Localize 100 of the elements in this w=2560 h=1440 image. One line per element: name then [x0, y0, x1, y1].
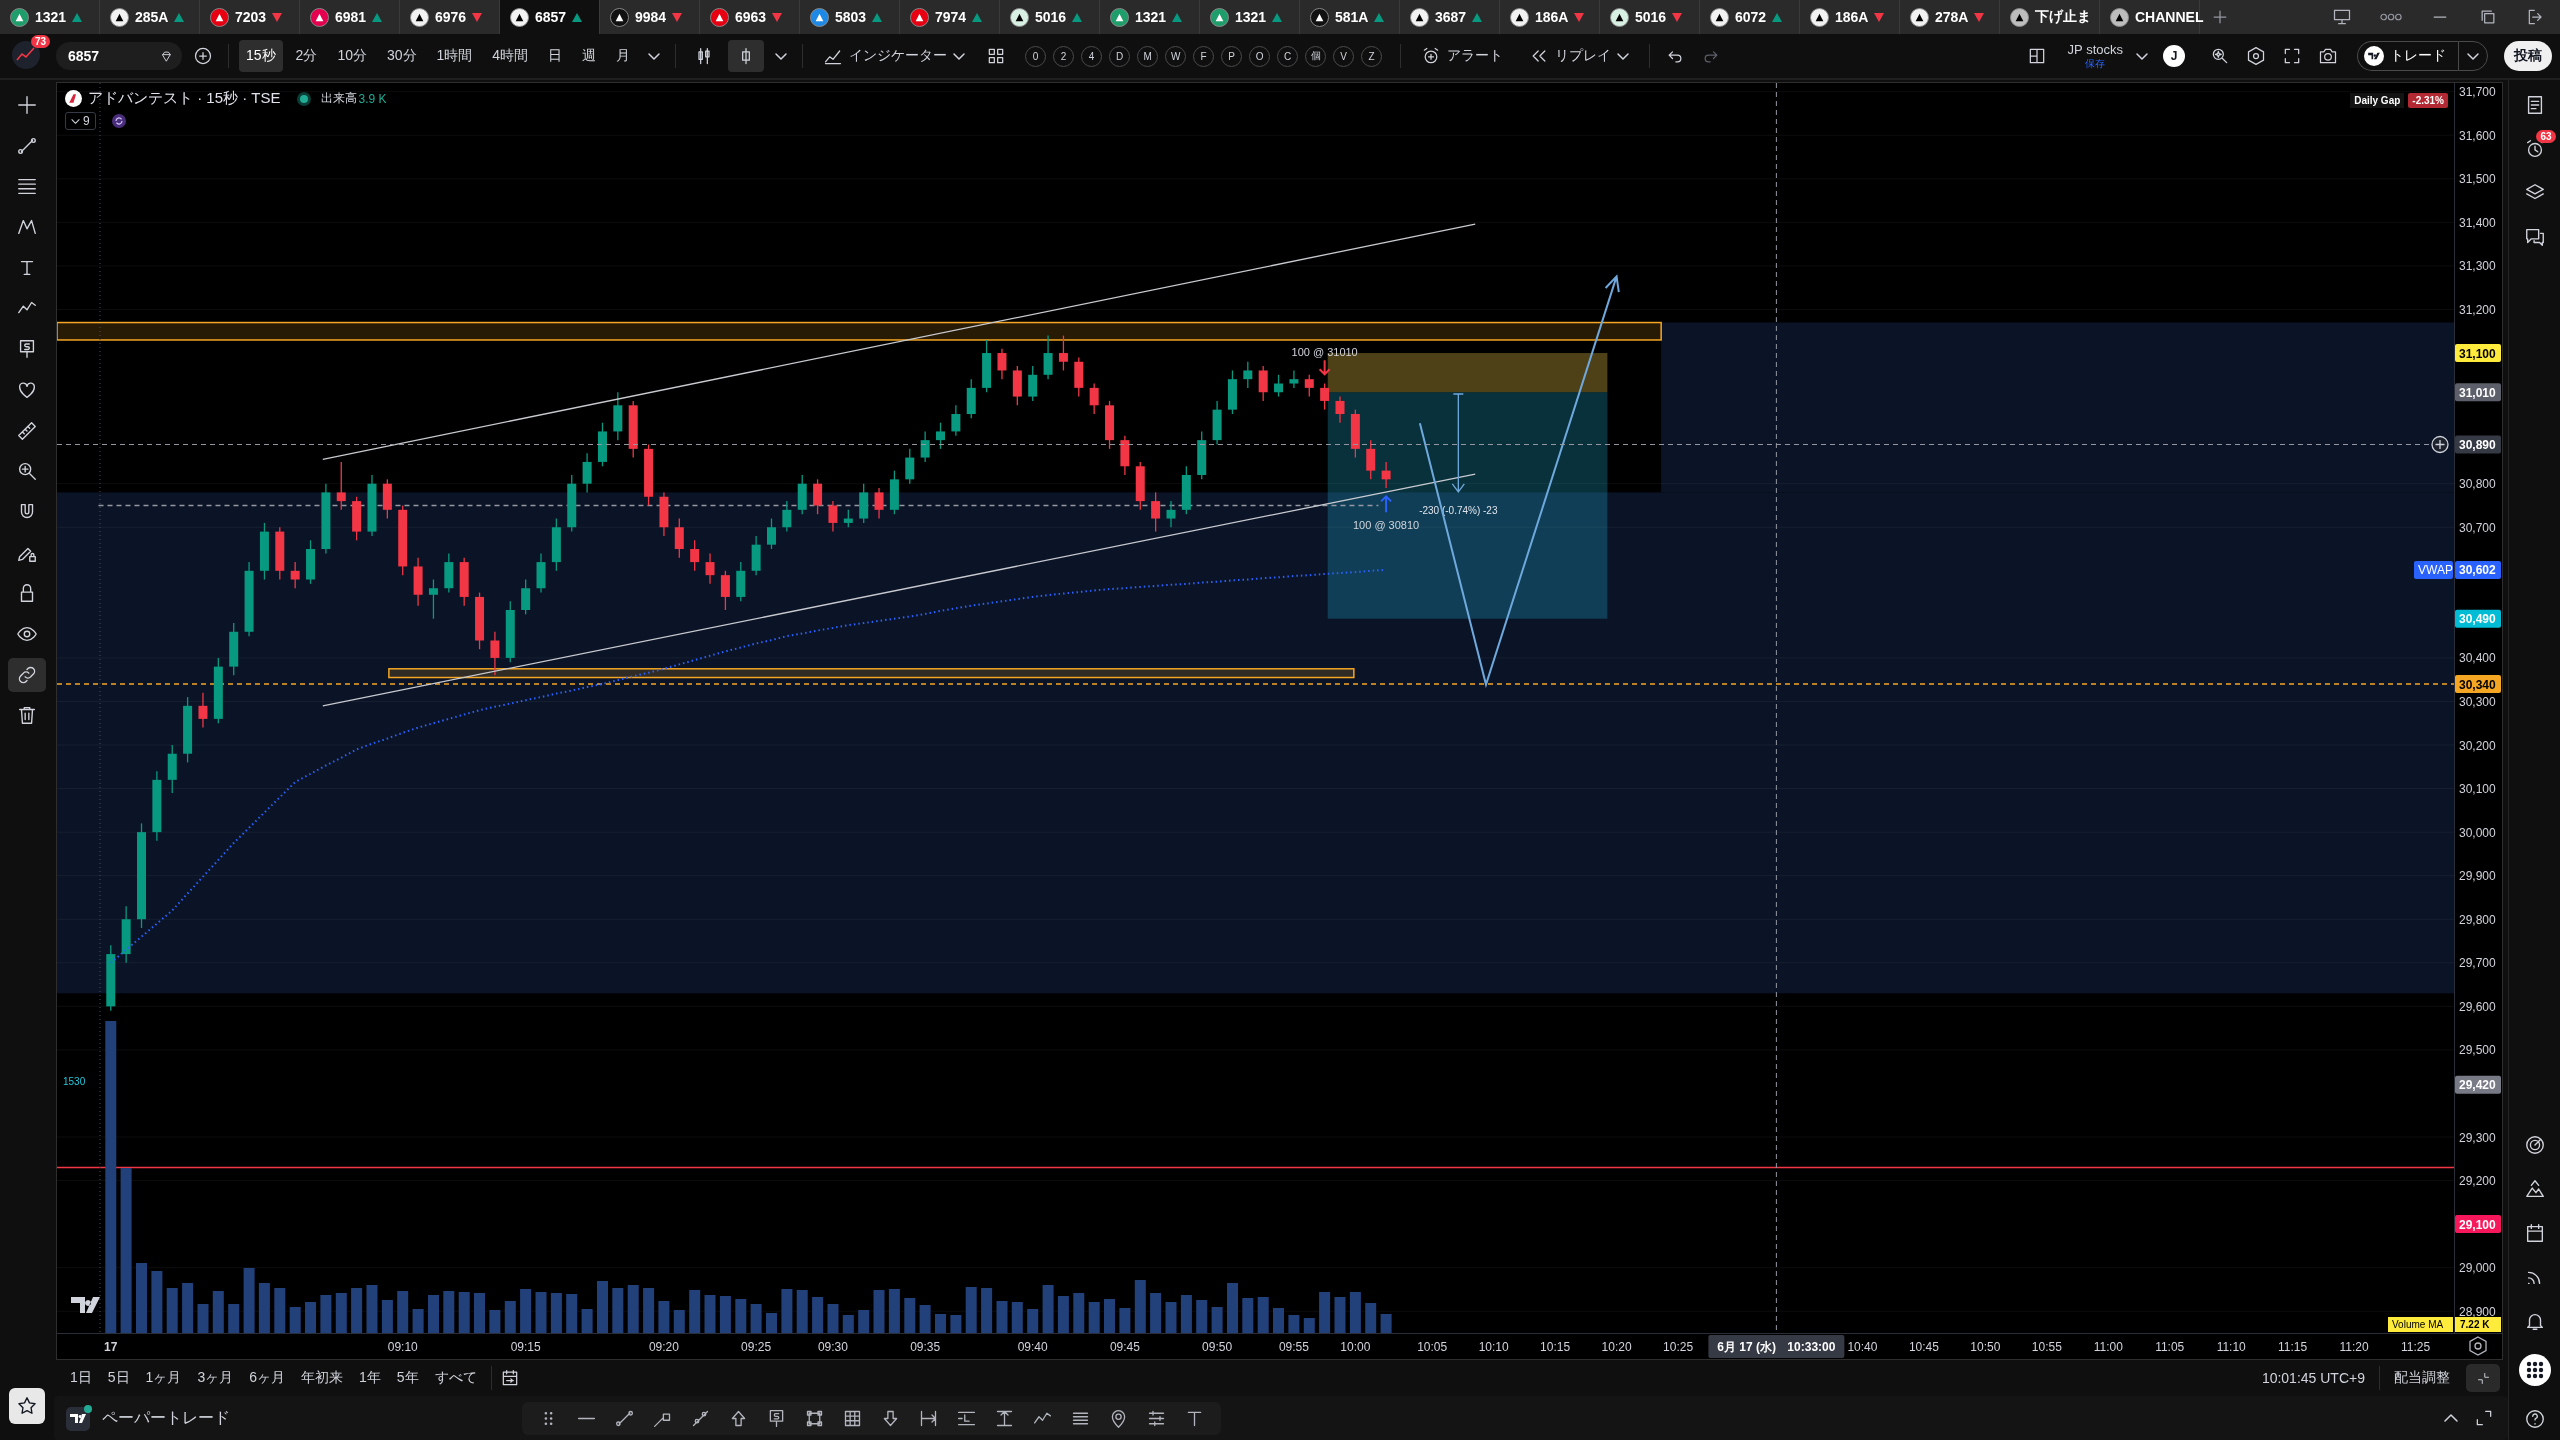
- time-tick-label: 09:55: [1278, 1340, 1309, 1354]
- more-icon[interactable]: [2380, 13, 2402, 21]
- candle: [843, 509, 853, 528]
- sync-icon[interactable]: [111, 114, 126, 128]
- candle: [413, 557, 423, 607]
- candle: [1350, 409, 1360, 459]
- adjustment-button[interactable]: 配当調整: [2388, 1365, 2456, 1391]
- status-dot-icon: [296, 91, 311, 106]
- candle: [705, 552, 715, 585]
- mountain-icon[interactable]: [2523, 1178, 2546, 1200]
- time-tick-label: 10:15: [1540, 1340, 1571, 1354]
- volume-marker-label: 1530: [63, 1076, 86, 1087]
- candle: [874, 487, 884, 520]
- target-icon[interactable]: [2523, 1134, 2546, 1156]
- chevron-down-icon[interactable]: [775, 52, 788, 60]
- magnifier-sparkle-icon[interactable]: [2210, 46, 2230, 66]
- range-button[interactable]: 3ヶ月: [191, 1365, 240, 1391]
- range-button[interactable]: 年初来: [295, 1365, 349, 1391]
- indicators-button[interactable]: インジケーター: [813, 40, 976, 72]
- symbol-search-field[interactable]: 6857: [56, 42, 182, 70]
- favorites-button[interactable]: [9, 1388, 45, 1424]
- interval-button[interactable]: 10分: [330, 40, 374, 72]
- chart-style-button[interactable]: [728, 40, 765, 72]
- replay-button[interactable]: リプレイ: [1519, 40, 1640, 72]
- clock-label: 10:01:45 UTC+9: [2261, 1370, 2365, 1386]
- candle: [644, 443, 654, 507]
- save-status: 保存: [2085, 57, 2106, 69]
- monitor-icon[interactable]: [2332, 7, 2352, 27]
- price-tick-label: 29,800: [2459, 912, 2496, 927]
- drawing-tool-button[interactable]: [8, 657, 46, 692]
- candle: [183, 696, 193, 764]
- candle: [951, 404, 961, 437]
- price-label: 31,100: [2455, 344, 2501, 363]
- expand-icon[interactable]: [2474, 1408, 2494, 1428]
- alert-button[interactable]: アラート: [1411, 40, 1514, 72]
- candle: [398, 504, 408, 576]
- indicators-toggle-button[interactable]: 9: [65, 112, 96, 130]
- star-icon: [16, 1395, 38, 1417]
- chat-icon[interactable]: [2523, 226, 2546, 248]
- symbol-title[interactable]: アドバンテスト · 15秒 · TSE: [88, 89, 281, 108]
- time-tick-label: 10:55: [2031, 1340, 2062, 1354]
- collapse-button[interactable]: [2466, 1364, 2500, 1392]
- user-avatar[interactable]: J: [2163, 45, 2185, 67]
- diamond-icon[interactable]: [159, 48, 174, 64]
- indicator-value-label: 7.22 K: [2455, 1317, 2501, 1332]
- time-tick-label: 10:10: [1478, 1340, 1509, 1354]
- interval-button[interactable]: 30分: [379, 40, 424, 72]
- price-tick-label: 29,300: [2459, 1130, 2496, 1145]
- range-button[interactable]: 1ヶ月: [139, 1365, 188, 1391]
- candle: [966, 378, 976, 419]
- range-button[interactable]: 6ヶ月: [243, 1365, 291, 1391]
- symbol-tab[interactable]: 6857: [500, 0, 600, 34]
- tv-logo-icon: [66, 1405, 92, 1431]
- time-tick-label: 09:20: [648, 1340, 679, 1354]
- candle: [905, 448, 915, 485]
- chevron-up-icon[interactable]: [2444, 1414, 2458, 1422]
- candle: [690, 539, 700, 572]
- candle: [1012, 365, 1022, 406]
- interval-button[interactable]: 4時間: [485, 40, 536, 72]
- volume-label: 出来高: [320, 90, 357, 107]
- candle: [1058, 334, 1068, 372]
- candle: [936, 422, 945, 450]
- candle: [982, 339, 992, 393]
- settings-icon[interactable]: [2246, 46, 2266, 66]
- time-tick-label: 09:15: [510, 1340, 541, 1354]
- candle: [275, 526, 285, 581]
- price-tick-label: 30,800: [2459, 477, 2496, 492]
- interval-button[interactable]: 月: [609, 40, 638, 72]
- publish-button[interactable]: 投稿: [2504, 41, 2552, 71]
- candle: [1135, 461, 1145, 511]
- chevron-down-icon: [71, 118, 80, 124]
- panel-title[interactable]: ペーパートレード: [102, 1407, 230, 1429]
- camera-icon[interactable]: [2318, 46, 2338, 66]
- range-button[interactable]: すべて: [428, 1365, 483, 1391]
- apps-grid-icon[interactable]: [2518, 1354, 2551, 1386]
- chevron-down-icon[interactable]: [2136, 52, 2148, 60]
- price-label: 30,340: [2455, 675, 2501, 694]
- interval-button[interactable]: 日: [541, 40, 570, 72]
- range-button[interactable]: 1年: [353, 1365, 387, 1391]
- time-tick-label: 11:15: [2278, 1340, 2308, 1354]
- price-tick-label: 29,900: [2459, 869, 2496, 884]
- time-tick-label: 11:25: [2401, 1340, 2431, 1354]
- candle: [1028, 365, 1038, 402]
- interval-button[interactable]: 15秒: [239, 40, 283, 72]
- price-tick-label: 29,500: [2459, 1043, 2496, 1058]
- interval-button[interactable]: 1時間: [429, 40, 480, 72]
- range-button[interactable]: 1日: [64, 1365, 98, 1391]
- layout-name[interactable]: JP stocks: [2067, 43, 2123, 58]
- interval-button[interactable]: 2分: [288, 40, 325, 72]
- candle: [152, 770, 162, 842]
- interval-button[interactable]: 週: [575, 40, 604, 72]
- candle: [659, 491, 669, 537]
- range-button[interactable]: 5年: [390, 1365, 425, 1391]
- help-icon[interactable]: [2523, 1408, 2546, 1430]
- price-tick-label: 31,200: [2459, 303, 2496, 317]
- candle: [121, 905, 131, 964]
- settings-icon[interactable]: [2469, 1336, 2487, 1356]
- chevron-down-icon[interactable]: [648, 52, 661, 60]
- range-button[interactable]: 5日: [101, 1365, 136, 1391]
- fullscreen-icon[interactable]: [2282, 46, 2302, 66]
